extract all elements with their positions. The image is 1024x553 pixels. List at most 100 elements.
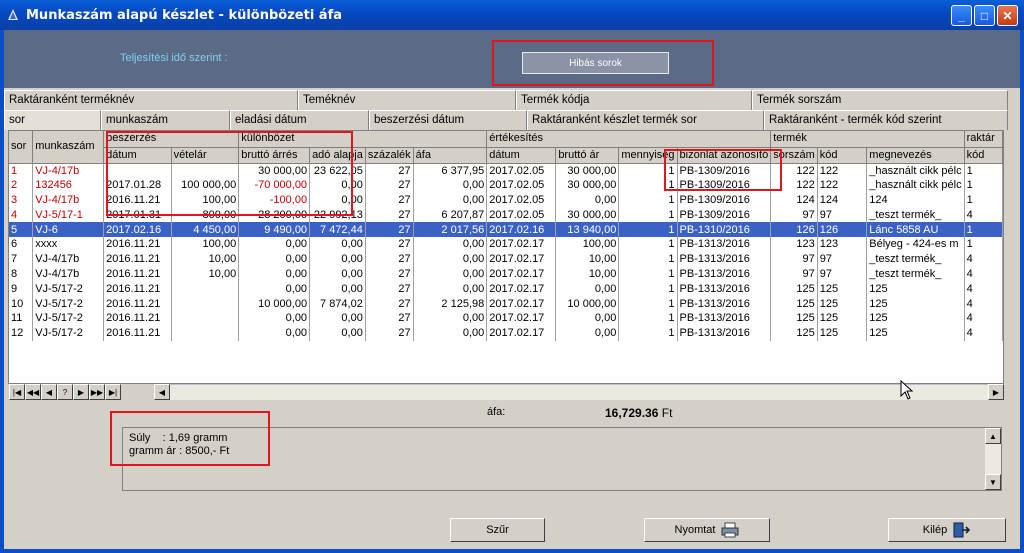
table-cell[interactable]: [171, 310, 240, 326]
table-cell[interactable]: 125: [817, 281, 868, 297]
table-cell[interactable]: 27: [365, 236, 414, 252]
table-cell[interactable]: 27: [365, 177, 414, 193]
table-cell[interactable]: 0,00: [413, 177, 488, 193]
table-cell[interactable]: 125: [770, 310, 818, 326]
table-cell[interactable]: 125: [866, 325, 965, 341]
table-cell[interactable]: 1: [964, 192, 1003, 208]
table-cell[interactable]: 2017.02.16: [103, 222, 172, 237]
table-cell[interactable]: 100,00: [555, 236, 620, 252]
table-cell[interactable]: xxxx: [32, 236, 105, 252]
table-cell[interactable]: 2016.11.21: [103, 251, 172, 267]
table-cell[interactable]: 27: [365, 251, 414, 267]
table-cell[interactable]: 2016.11.21: [103, 310, 172, 326]
table-cell[interactable]: 2 125,98: [413, 296, 488, 311]
table-cell[interactable]: 2017.02.05: [486, 207, 557, 223]
table-cell[interactable]: 0,00: [238, 325, 311, 341]
table-cell[interactable]: 4: [964, 266, 1003, 282]
table-cell[interactable]: VJ-4/17b: [32, 251, 105, 267]
table-cell[interactable]: 0,00: [309, 310, 366, 326]
table-cell[interactable]: 124: [866, 192, 965, 208]
table-cell[interactable]: Lánc 5858 AU: [866, 222, 965, 237]
table-cell[interactable]: 27: [365, 222, 414, 237]
table-cell[interactable]: 2016.11.21: [103, 266, 172, 282]
table-cell[interactable]: 2017.02.17: [486, 281, 557, 297]
table-cell[interactable]: 0,00: [413, 192, 488, 208]
col-header-warehouse-code[interactable]: kód: [964, 147, 1003, 164]
print-button[interactable]: Nyomtat: [644, 518, 770, 542]
table-cell[interactable]: 7 874,02: [309, 296, 366, 311]
table-row[interactable]: 9 VJ-5/17-2 2016.11.21 0,00 0,00 27 0,00 2017.0…: [9, 281, 1003, 297]
table-cell[interactable]: 125: [817, 325, 868, 341]
table-cell[interactable]: 27: [365, 266, 414, 282]
col-header-job-number[interactable]: munkaszám: [32, 131, 105, 164]
table-cell[interactable]: PB-1313/2016: [677, 236, 772, 252]
table-cell[interactable]: 124: [817, 192, 868, 208]
table-cell[interactable]: 2016.11.21: [103, 281, 172, 297]
table-cell[interactable]: 125: [866, 310, 965, 326]
table-cell[interactable]: 122: [817, 177, 868, 193]
col-header-row[interactable]: sor: [9, 131, 34, 164]
table-cell[interactable]: 125: [770, 325, 818, 341]
table-cell[interactable]: PB-1313/2016: [677, 310, 772, 326]
table-cell[interactable]: 2017.02.17: [486, 266, 557, 282]
table-cell[interactable]: _használt cikk pélc: [866, 163, 965, 178]
table-cell[interactable]: 2017.02.17: [486, 236, 557, 252]
table-cell[interactable]: 2017.02.17: [486, 251, 557, 267]
table-cell[interactable]: VJ-6: [32, 222, 105, 237]
table-cell[interactable]: 1: [964, 222, 1003, 237]
table-cell[interactable]: 6: [9, 236, 34, 252]
table-row[interactable]: 7 VJ-4/17b 2016.11.21 10,00 0,00 0,00 27 0,00 20…: [9, 251, 1003, 267]
tab-product-code[interactable]: Termék kódja: [516, 90, 752, 110]
table-cell[interactable]: 30 000,00: [555, 163, 620, 178]
table-cell[interactable]: 0,00: [309, 251, 366, 267]
table-row[interactable]: 12 VJ-5/17-2 2016.11.21 0,00 0,00 27 0,00 2017.…: [9, 325, 1003, 341]
tab-product-serial[interactable]: Termék sorszám: [752, 90, 1008, 110]
nav-prev-button[interactable]: ◀: [41, 384, 57, 400]
table-cell[interactable]: 1: [618, 222, 678, 237]
table-cell[interactable]: 0,00: [309, 236, 366, 252]
nav-next-button[interactable]: ▶: [73, 384, 89, 400]
table-cell[interactable]: 1: [618, 251, 678, 267]
exit-button[interactable]: Kilép: [888, 518, 1006, 542]
table-cell[interactable]: 1: [964, 163, 1003, 178]
table-cell[interactable]: 1: [9, 163, 34, 178]
maximize-button[interactable]: □: [974, 5, 995, 26]
table-cell[interactable]: 97: [817, 266, 868, 282]
table-cell[interactable]: VJ-5/17-2: [32, 325, 105, 341]
table-cell[interactable]: 10 000,00: [238, 296, 311, 311]
table-cell[interactable]: 7 472,44: [309, 222, 366, 237]
title-bar[interactable]: Munkaszám alapú készlet - különbözeti áf…: [0, 0, 1024, 30]
table-cell[interactable]: 122: [817, 163, 868, 178]
tab-warehouse-product-code[interactable]: Raktáranként - termék kód szerint: [764, 110, 1008, 130]
table-row[interactable]: 5 VJ-6 2017.02.16 4 450,00 9 490,00 7 472,44 2…: [9, 222, 1003, 237]
table-cell[interactable]: 2 017,56: [413, 222, 488, 237]
table-cell[interactable]: VJ-4/17b: [32, 266, 105, 282]
table-cell[interactable]: _teszt termék_: [866, 266, 965, 282]
table-cell[interactable]: 125: [817, 310, 868, 326]
table-cell[interactable]: 10,00: [171, 266, 240, 282]
table-cell[interactable]: 10 000,00: [555, 296, 620, 311]
table-cell[interactable]: VJ-4/17b: [32, 192, 105, 208]
nav-last-button[interactable]: ▶|: [105, 384, 121, 400]
scroll-right-icon[interactable]: ▶: [988, 384, 1004, 400]
minimize-button[interactable]: _: [951, 5, 972, 26]
memo-scroll-up-icon[interactable]: ▲: [985, 428, 1001, 444]
memo-scrollbar[interactable]: ▲ ▼: [985, 428, 1001, 490]
table-cell[interactable]: 30 000,00: [555, 177, 620, 193]
table-cell[interactable]: 0,00: [238, 251, 311, 267]
tab-row[interactable]: sor: [4, 110, 101, 130]
table-cell[interactable]: 132456: [32, 177, 105, 193]
table-cell[interactable]: 0,00: [413, 251, 488, 267]
table-cell[interactable]: 1: [618, 325, 678, 341]
table-cell[interactable]: PB-1309/2016: [677, 207, 772, 223]
col-header-vat[interactable]: áfa: [413, 147, 488, 164]
table-cell[interactable]: 0,00: [555, 192, 620, 208]
tab-sale-date[interactable]: eladási dátum: [230, 110, 369, 130]
table-cell[interactable]: 123: [817, 236, 868, 252]
col-header-sale-date[interactable]: dátum: [486, 147, 557, 164]
table-cell[interactable]: 0,00: [413, 236, 488, 252]
table-cell[interactable]: 10,00: [555, 266, 620, 282]
table-cell[interactable]: 0,00: [413, 310, 488, 326]
table-cell[interactable]: 9 490,00: [238, 222, 311, 237]
table-cell[interactable]: 2016.11.21: [103, 236, 172, 252]
